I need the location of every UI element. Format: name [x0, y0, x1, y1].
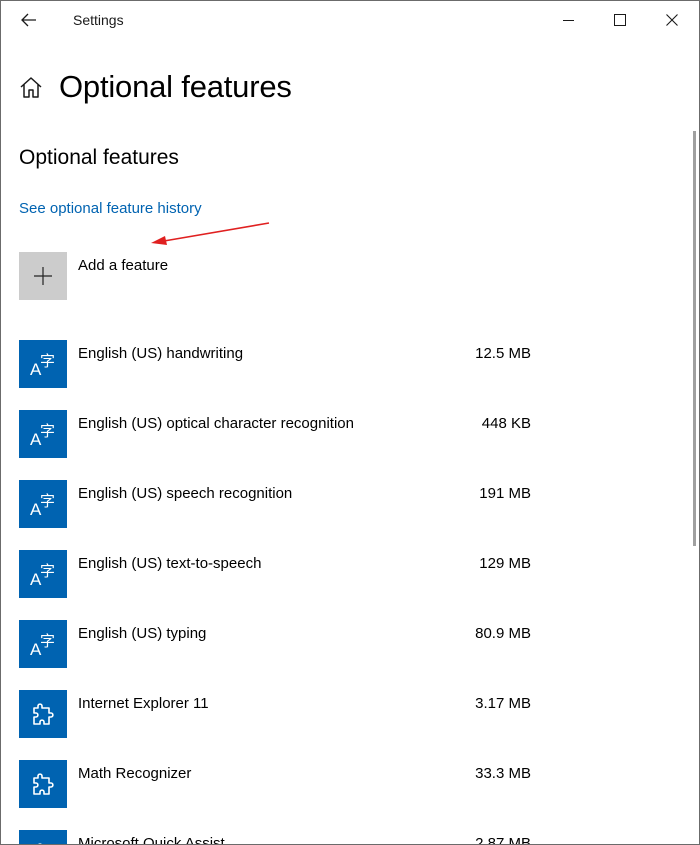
- feature-tile: [19, 830, 67, 844]
- feature-name: English (US) text-to-speech: [78, 555, 262, 572]
- minimize-button[interactable]: [546, 1, 592, 39]
- language-icon: A 字: [30, 562, 55, 589]
- section-title: Optional features: [19, 146, 179, 169]
- close-button[interactable]: [649, 1, 695, 39]
- maximize-button[interactable]: [597, 1, 643, 39]
- feature-row[interactable]: Internet Explorer 11 3.17 MB: [19, 690, 539, 738]
- feature-size: 33.3 MB: [475, 765, 531, 782]
- feature-size: 191 MB: [479, 485, 531, 502]
- window-title: Settings: [73, 12, 124, 28]
- back-arrow-icon: [21, 13, 36, 27]
- feature-size: 3.17 MB: [475, 695, 531, 712]
- feature-tile: A 字: [19, 620, 67, 668]
- puzzle-icon: [33, 703, 54, 725]
- feature-name: English (US) handwriting: [78, 345, 244, 362]
- feature-tile: A 字: [19, 410, 67, 458]
- feature-tile: A 字: [19, 340, 67, 388]
- feature-tile: [19, 760, 67, 808]
- svg-text:字: 字: [40, 562, 55, 580]
- page-title: Optional features: [59, 69, 292, 104]
- feature-name: Math Recognizer: [78, 765, 192, 782]
- feature-size: 129 MB: [479, 555, 531, 572]
- feature-row[interactable]: Microsoft Quick Assist 2.87 MB: [19, 830, 539, 845]
- feature-row[interactable]: Math Recognizer 33.3 MB: [19, 760, 539, 808]
- feature-size: 12.5 MB: [475, 345, 531, 362]
- feature-tile: [19, 690, 67, 738]
- svg-text:字: 字: [40, 422, 55, 440]
- title-bar: Settings: [1, 1, 699, 39]
- svg-text:字: 字: [40, 632, 55, 650]
- puzzle-icon: [38, 843, 42, 844]
- feature-name: English (US) speech recognition: [78, 485, 293, 502]
- feature-name: English (US) typing: [78, 625, 207, 642]
- optional-feature-history-link[interactable]: See optional feature history: [19, 200, 202, 217]
- feature-size: 448 KB: [481, 415, 531, 432]
- back-button[interactable]: [9, 4, 49, 36]
- feature-size: 2.87 MB: [475, 835, 531, 845]
- feature-row[interactable]: A 字 English (US) typing 80.9 MB: [19, 620, 539, 668]
- feature-name: Internet Explorer 11: [78, 695, 209, 712]
- puzzle-icon: [33, 773, 54, 795]
- home-icon: [20, 77, 42, 98]
- page-header: Optional features: [19, 67, 292, 107]
- close-icon: [666, 14, 678, 26]
- feature-row[interactable]: A 字 English (US) speech recognition 191 M…: [19, 480, 539, 528]
- scrollbar[interactable]: [693, 131, 696, 546]
- add-feature-tile: [19, 252, 67, 300]
- maximize-icon: [614, 14, 626, 26]
- feature-row[interactable]: A 字 English (US) text-to-speech 129 MB: [19, 550, 539, 598]
- plus-icon: [34, 267, 52, 285]
- feature-tile: A 字: [19, 550, 67, 598]
- home-button[interactable]: [19, 74, 45, 100]
- language-icon: A 字: [30, 632, 55, 659]
- settings-window: Settings Optional features Optional feat…: [0, 0, 700, 845]
- svg-text:字: 字: [40, 492, 55, 510]
- language-icon: A 字: [30, 422, 55, 449]
- feature-name: English (US) optical character recogniti…: [78, 415, 354, 432]
- feature-size: 80.9 MB: [475, 625, 531, 642]
- add-feature-label: Add a feature: [78, 257, 169, 274]
- language-icon: A 字: [30, 352, 55, 379]
- minimize-icon: [563, 20, 574, 21]
- language-icon: A 字: [30, 492, 55, 519]
- feature-row[interactable]: A 字 English (US) handwriting 12.5 MB: [19, 340, 539, 388]
- feature-name: Microsoft Quick Assist: [78, 835, 225, 845]
- feature-row[interactable]: A 字 English (US) optical character recog…: [19, 410, 539, 458]
- feature-tile: A 字: [19, 480, 67, 528]
- svg-text:字: 字: [40, 352, 55, 370]
- add-feature-button[interactable]: Add a feature: [19, 252, 168, 300]
